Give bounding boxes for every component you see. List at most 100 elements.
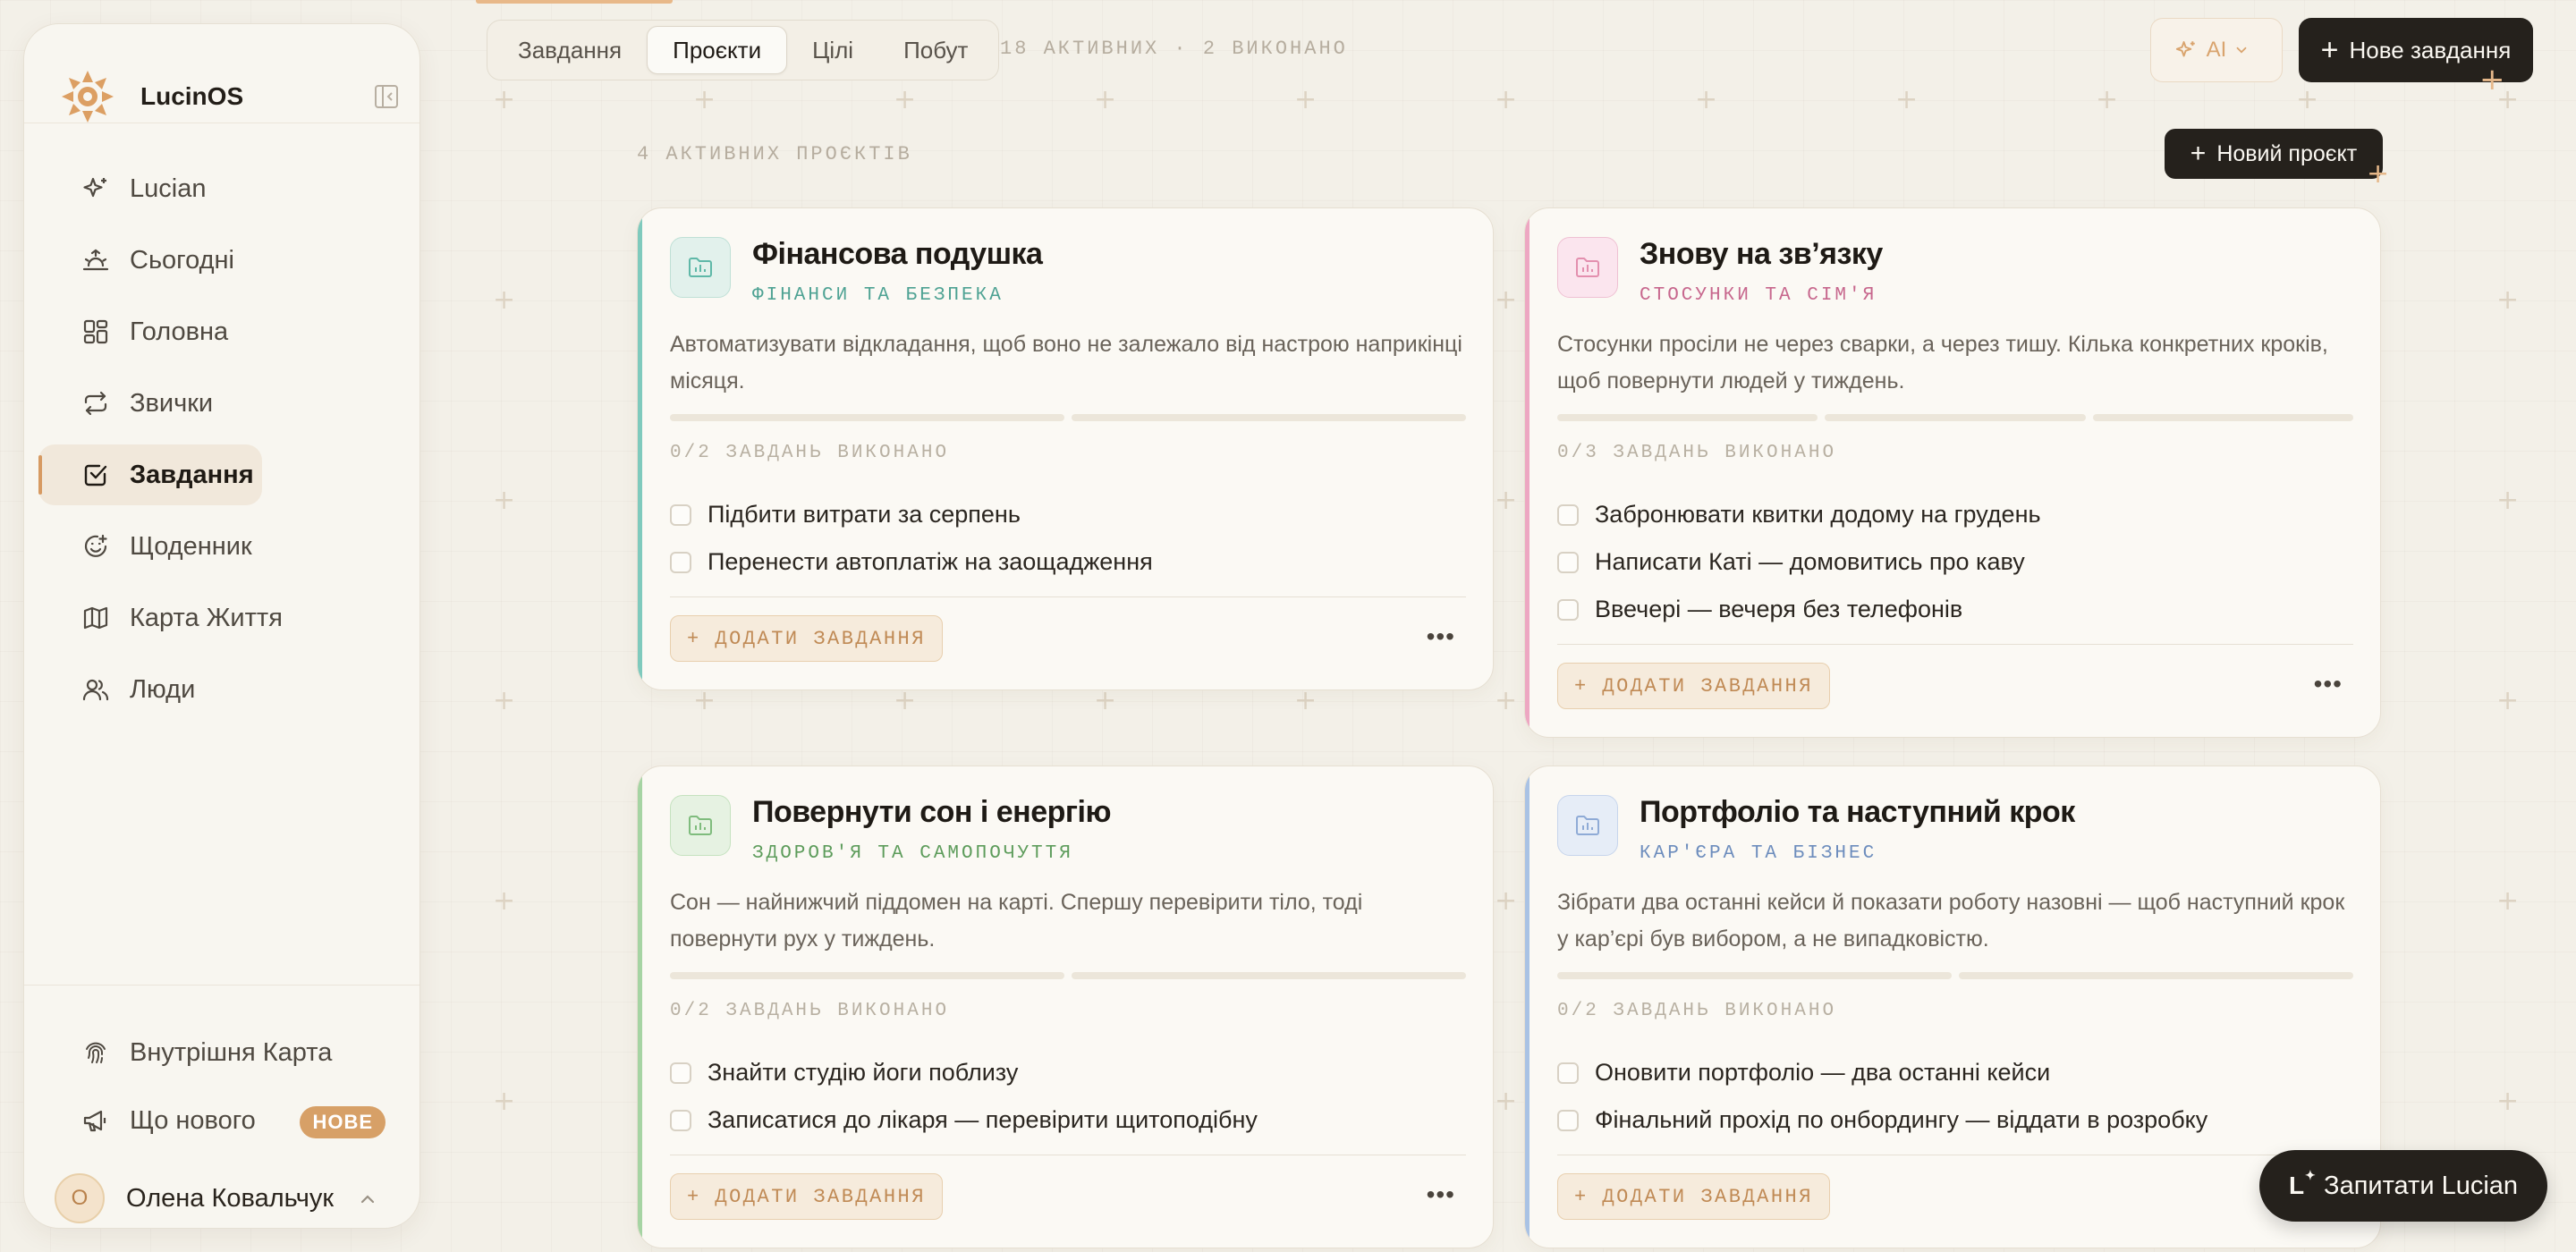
grid-plus: + [1895, 84, 1919, 115]
progress-segment [1557, 414, 1818, 421]
project-progress [670, 972, 1466, 979]
project-progress [1557, 414, 2353, 421]
task-checkbox[interactable] [670, 551, 691, 573]
grid-plus: + [493, 284, 516, 316]
grid-plus: + [493, 1086, 516, 1117]
sidebar-item-label: Люди [130, 674, 196, 704]
sidebar-item-label: Завдання [130, 460, 254, 489]
map-icon [83, 606, 108, 630]
task-label: Забронювати квитки додому на грудень [1595, 501, 2041, 528]
sidebar-item-label: Що нового [130, 1105, 256, 1135]
sidebar: LucinOS Lucian Сьогодні Головна Звички З… [23, 23, 420, 1229]
ai-button[interactable]: AI [2150, 18, 2283, 82]
collapse-sidebar-icon[interactable] [373, 83, 400, 110]
task-checkbox[interactable] [1557, 551, 1579, 573]
card-footer: + ДОДАТИ ЗАВДАННЯ ••• [670, 596, 1466, 677]
task-item[interactable]: Забронювати квитки додому на грудень [1557, 491, 2353, 538]
task-list: Підбити витрати за серпень Перенести авто… [670, 491, 1466, 586]
sidebar-item-inner-map[interactable]: Внутрішня Карта [38, 1022, 407, 1083]
grid-plus: + [894, 84, 917, 115]
sidebar-item-whats-new[interactable]: Що нового НОВЕ [38, 1090, 407, 1151]
task-item[interactable]: Записатися до лікаря — перевірити щитопо… [670, 1096, 1466, 1144]
sidebar-item-home[interactable]: Головна [38, 301, 407, 362]
grid-plus: + [1094, 685, 1117, 716]
new-project-button[interactable]: + Новий проєкт [2165, 129, 2383, 179]
grid-plus: + [493, 485, 516, 516]
add-task-button[interactable]: + ДОДАТИ ЗАВДАННЯ [670, 1173, 943, 1220]
tab-projects[interactable]: Проєкти [647, 26, 788, 74]
sidebar-item-label: Карта Життя [130, 603, 283, 632]
grid-plus: + [2496, 485, 2520, 516]
project-folder-icon [670, 795, 731, 856]
tab-tasks[interactable]: Завдання [493, 26, 647, 74]
task-label: Знайти студію йоги поблизу [708, 1059, 1019, 1086]
grid-plus: + [1495, 885, 1518, 917]
checkbox-icon [84, 464, 107, 486]
task-checkbox[interactable] [670, 503, 691, 526]
task-checkbox[interactable] [1557, 1109, 1579, 1131]
project-description: Сон — найнижчий піддомен на карті. Сперш… [670, 890, 1363, 952]
tab-goals[interactable]: Цілі [787, 26, 878, 74]
tasks-done-label: 0/3 ЗАВДАНЬ ВИКОНАНО [1557, 443, 1837, 463]
task-checkbox[interactable] [670, 1109, 691, 1131]
grid-plus: + [693, 685, 716, 716]
project-card[interactable]: Фінансова подушка ФІНАНСИ ТА БЕЗПЕКА Автом… [637, 207, 1494, 690]
task-item[interactable]: Оновити портфоліо — два останні кейси [1557, 1049, 2353, 1096]
add-task-button[interactable]: + ДОДАТИ ЗАВДАННЯ [1557, 1173, 1830, 1220]
smile-plus-icon [84, 534, 107, 557]
task-checkbox[interactable] [670, 1062, 691, 1084]
sparkles-icon [83, 177, 106, 198]
task-item[interactable]: Написати Каті — домовитись про каву [1557, 538, 2353, 586]
task-label: Перенести автоплатіж на заощадження [708, 548, 1153, 575]
divider [24, 985, 419, 986]
project-category: ЗДОРОВ'Я ТА САМОПОЧУТТЯ [752, 843, 1073, 864]
brand: LucinOS [60, 47, 400, 146]
task-item[interactable]: Перенести автоплатіж на заощадження [670, 538, 1466, 586]
ask-lucian-button[interactable]: L ✦ Запитати Lucian [2259, 1150, 2547, 1222]
card-footer: + ДОДАТИ ЗАВДАННЯ ••• [670, 1155, 1466, 1235]
project-folder-icon [1557, 237, 1618, 298]
sidebar-item-people[interactable]: Люди [38, 659, 407, 720]
task-item[interactable]: Знайти студію йоги поблизу [670, 1049, 1466, 1096]
progress-segment [1825, 414, 2086, 421]
sidebar-item-journal[interactable]: Щоденник [38, 516, 407, 577]
grid-plus: + [1695, 84, 1718, 115]
progress-segment [670, 972, 1064, 979]
progress-segment [1072, 972, 1466, 979]
more-options-icon[interactable]: ••• [1427, 1182, 1455, 1207]
sidebar-item-label: Щоденник [130, 531, 252, 561]
grid-plus: + [1094, 84, 1117, 115]
more-options-icon[interactable]: ••• [1427, 624, 1455, 649]
project-card[interactable]: Портфоліо та наступний крок КАР'ЄРА ТА БІ… [1524, 766, 2381, 1248]
task-item[interactable]: Ввечері — вечеря без телефонів [1557, 586, 2353, 633]
dashboard-icon [83, 319, 108, 344]
project-card[interactable]: Повернути сон і енергію ЗДОРОВ'Я ТА САМОП… [637, 766, 1494, 1248]
sidebar-item-life-map[interactable]: Карта Життя [38, 588, 407, 648]
tab-household[interactable]: Побут [878, 26, 993, 74]
grid-plus: + [493, 685, 516, 716]
grid-plus: + [2496, 685, 2520, 716]
task-item[interactable]: Фінальний прохід по онбордингу — віддати… [1557, 1096, 2353, 1144]
user-profile[interactable]: О Олена Ковальчук [55, 1171, 394, 1226]
sidebar-item-tasks[interactable]: Завдання [38, 444, 262, 505]
task-checkbox[interactable] [1557, 598, 1579, 621]
task-item[interactable]: Підбити витрати за серпень [670, 491, 1466, 538]
sidebar-nav: Lucian Сьогодні Головна Звички Завдання … [38, 158, 407, 731]
card-footer: + ДОДАТИ ЗАВДАННЯ ••• [1557, 644, 2353, 724]
task-checkbox[interactable] [1557, 503, 1579, 526]
task-checkbox[interactable] [1557, 1062, 1579, 1084]
sidebar-item-today[interactable]: Сьогодні [38, 230, 407, 291]
project-progress [670, 414, 1466, 421]
add-task-button[interactable]: + ДОДАТИ ЗАВДАННЯ [1557, 663, 1830, 709]
add-task-button[interactable]: + ДОДАТИ ЗАВДАННЯ [670, 615, 943, 662]
logo-icon [62, 71, 114, 123]
project-folder-icon [670, 237, 731, 298]
sidebar-item-label: Внутрішня Карта [130, 1037, 333, 1067]
chevron-down-icon [2236, 47, 2247, 54]
sidebar-item-habits[interactable]: Звички [38, 373, 407, 434]
sidebar-item-label: Сьогодні [130, 245, 234, 275]
sidebar-item-lucian[interactable]: Lucian [38, 158, 407, 219]
user-name: Олена Ковальчук [126, 1183, 335, 1213]
more-options-icon[interactable]: ••• [2314, 672, 2343, 697]
project-card[interactable]: Знову на зв’язку СТОСУНКИ ТА СІМ'Я Стосунк… [1524, 207, 2381, 738]
